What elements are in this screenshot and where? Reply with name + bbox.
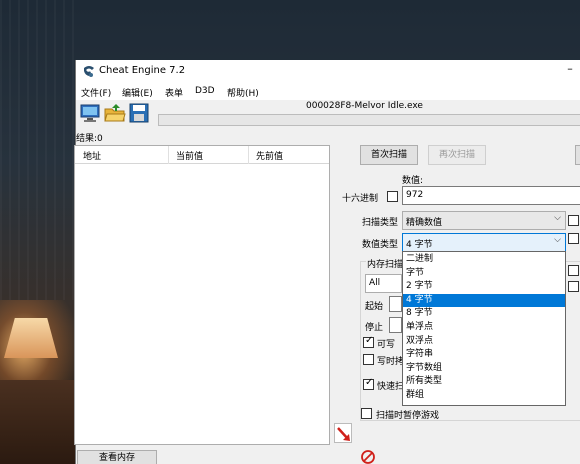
- menu-file[interactable]: 文件(F): [81, 86, 111, 99]
- pause-game-checkbox[interactable]: [361, 408, 372, 419]
- option-all-types[interactable]: 所有类型: [403, 375, 565, 389]
- next-scan-button[interactable]: 再次扫描: [428, 145, 486, 165]
- copy-on-write-label: 写时拷: [377, 357, 405, 367]
- process-name: 000028F8-Melvor Idle.exe: [306, 101, 423, 111]
- stop-address-label: 停止: [365, 323, 384, 333]
- menu-edit[interactable]: 编辑(E): [122, 86, 153, 99]
- writable-label: 可写: [377, 340, 396, 350]
- scan-option-checkbox-1[interactable]: [568, 215, 579, 226]
- value-type-value: 4 字节: [406, 240, 433, 250]
- start-address-label: 起始: [365, 302, 384, 312]
- start-address-input[interactable]: [389, 296, 402, 312]
- stop-address-input[interactable]: [389, 317, 402, 333]
- red-arrow-icon: [337, 427, 350, 441]
- chevron-down-icon: ⌵: [554, 235, 561, 245]
- chevron-down-icon: ⌵: [554, 213, 561, 223]
- pause-game-label: 扫描时暂停游戏: [376, 411, 440, 421]
- open-folder-icon: [104, 104, 126, 122]
- scan-type-value: 精确数值: [406, 218, 443, 228]
- value-type-dropdown: 二进制 字节 2 字节 4 字节 8 字节 单浮点 双浮点 字符串 字节数组 所…: [402, 251, 566, 406]
- cheat-engine-window: Cheat Engine 7.2 – 文件(F) 编辑(E) 表单 D3D 帮助…: [74, 60, 580, 464]
- memory-scan-options-label: 内存扫描: [366, 257, 405, 270]
- window-title: Cheat Engine 7.2: [99, 65, 186, 76]
- undo-scan-button[interactable]: [575, 145, 580, 165]
- value-input[interactable]: 972: [402, 186, 580, 205]
- copy-on-write-checkbox[interactable]: [363, 354, 374, 365]
- option-grouped[interactable]: 群组: [403, 389, 565, 403]
- fast-scan-checkbox[interactable]: [363, 377, 374, 390]
- value-label: 数值:: [402, 176, 424, 186]
- title-bar[interactable]: Cheat Engine 7.2 –: [76, 60, 580, 84]
- first-scan-button[interactable]: 首次扫描: [360, 145, 418, 165]
- select-process-button[interactable]: [79, 103, 101, 123]
- menu-d3d[interactable]: D3D: [195, 86, 215, 96]
- scan-type-label: 扫描类型: [362, 218, 399, 228]
- writable-checkbox[interactable]: [363, 335, 374, 348]
- option-binary[interactable]: 二进制: [403, 253, 565, 267]
- column-previous-value[interactable]: 先前值: [256, 149, 283, 162]
- option-float[interactable]: 单浮点: [403, 321, 565, 335]
- scan-option-checkbox-4[interactable]: [568, 281, 579, 292]
- found-address-list[interactable]: 地址 当前值 先前值: [74, 145, 330, 445]
- memory-region-select[interactable]: All: [365, 274, 402, 293]
- value-type-select[interactable]: 4 字节 ⌵: [402, 233, 566, 252]
- rain-window: [0, 0, 80, 300]
- menu-bar: 文件(F) 编辑(E) 表单 D3D 帮助(H): [76, 84, 580, 100]
- fast-scan-label: 快速扫: [377, 382, 405, 392]
- computer-icon: [80, 104, 100, 122]
- option-4-bytes[interactable]: 4 字节: [403, 293, 565, 308]
- option-8-bytes[interactable]: 8 字节: [403, 307, 565, 321]
- scan-option-checkbox-3[interactable]: [568, 265, 579, 276]
- cheat-engine-logo-icon: [84, 66, 94, 77]
- hex-label: 十六进制: [342, 194, 379, 204]
- option-2-bytes[interactable]: 2 字节: [403, 280, 565, 294]
- column-address[interactable]: 地址: [83, 149, 101, 162]
- scan-progress-bar: [158, 114, 580, 126]
- save-button[interactable]: [128, 103, 150, 123]
- menu-table[interactable]: 表单: [165, 86, 183, 99]
- scan-option-checkbox-2[interactable]: [568, 233, 579, 244]
- results-count: 结果:0: [76, 134, 103, 144]
- view-memory-button[interactable]: 查看内存: [77, 450, 157, 464]
- value-type-label: 数值类型: [362, 240, 399, 250]
- stop-icon[interactable]: [361, 450, 375, 464]
- option-byte[interactable]: 字节: [403, 267, 565, 281]
- scan-type-select[interactable]: 精确数值 ⌵: [402, 211, 566, 230]
- bookshelf: [0, 380, 75, 464]
- add-to-table-button[interactable]: [334, 423, 352, 443]
- column-current-value[interactable]: 当前值: [176, 149, 203, 162]
- open-button[interactable]: [104, 103, 126, 123]
- option-double[interactable]: 双浮点: [403, 335, 565, 349]
- menu-help[interactable]: 帮助(H): [227, 86, 259, 99]
- list-header: 地址 当前值 先前值: [75, 146, 329, 164]
- option-string[interactable]: 字符串: [403, 348, 565, 362]
- save-icon: [129, 103, 149, 123]
- minimize-button[interactable]: –: [561, 62, 579, 78]
- option-byte-array[interactable]: 字节数组: [403, 362, 565, 376]
- hex-checkbox[interactable]: [387, 191, 398, 202]
